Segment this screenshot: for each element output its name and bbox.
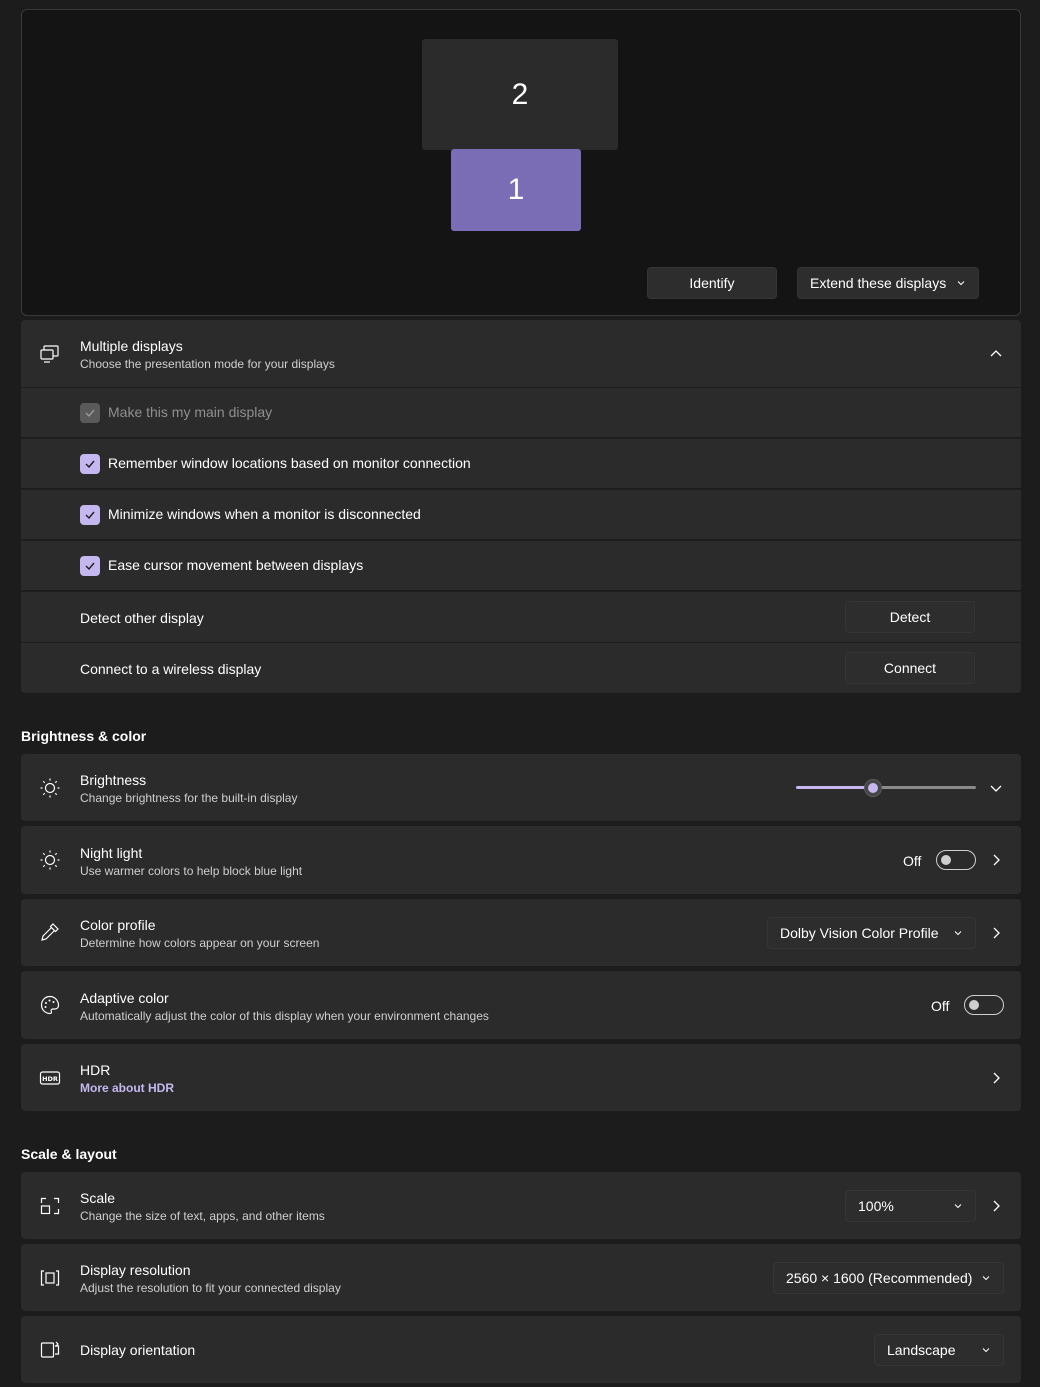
identify-button[interactable]: Identify [647,267,777,299]
color-profile-card[interactable]: Color profile Determine how colors appea… [21,899,1021,966]
adaptive-color-title: Adaptive color [80,990,169,1006]
brightness-slider-track[interactable] [872,786,976,789]
scale-card[interactable]: Scale Change the size of text, apps, and… [21,1172,1021,1239]
brightness-slider-fill [796,786,872,789]
chevron-down-icon [957,281,965,286]
orientation-icon [40,1341,60,1358]
display-mode-dropdown[interactable]: Extend these displays [797,267,979,299]
checkmark-icon [85,562,95,571]
option-label: Remember window locations based on monit… [108,455,471,471]
section-title-scale-layout: Scale & layout [21,1146,117,1162]
chevron-down-icon [982,1276,990,1281]
checkbox-minimize-windows[interactable] [80,505,100,525]
multiple-displays-icon [40,345,59,363]
chevron-down-icon[interactable] [989,781,1003,795]
color-profile-title: Color profile [80,917,156,933]
option-make-main-display[interactable]: Make this my main display [21,387,1021,437]
night-light-icon [40,850,60,870]
night-light-title: Night light [80,845,143,861]
chevron-right-icon[interactable] [989,1071,1003,1085]
chevron-right-icon[interactable] [989,853,1003,867]
option-label: Ease cursor movement between displays [108,557,364,573]
chevron-right-icon[interactable] [989,926,1003,940]
display-resolution-subtitle: Adjust the resolution to fit your connec… [80,1281,341,1295]
scale-subtitle: Change the size of text, apps, and other… [80,1209,325,1223]
toggle-knob [969,1000,979,1010]
hdr-icon: HDR [39,1071,61,1085]
display-orientation-card: Display orientation Landscape [21,1316,1021,1383]
detect-label: Detect other display [80,610,204,626]
toggle-knob [941,855,951,865]
scale-dropdown[interactable]: 100% [845,1190,976,1222]
display-resolution-card: Display resolution Adjust the resolution… [21,1244,1021,1311]
brightness-card: Brightness Change brightness for the bui… [21,754,1021,821]
sun-icon [40,778,60,798]
display-resolution-title: Display resolution [80,1262,191,1278]
monitor-1-tile[interactable]: 1 [451,149,581,231]
palette-icon [40,995,60,1015]
hdr-title: HDR [80,1062,111,1078]
brightness-title: Brightness [80,772,147,788]
detect-button-label: Detect [889,609,931,625]
checkmark-icon [85,409,95,418]
monitor-1-label: 1 [507,173,525,206]
display-orientation-title: Display orientation [80,1342,196,1358]
hdr-card[interactable]: HDR HDR More about HDR [21,1044,1021,1111]
resolution-icon [40,1270,60,1286]
option-label: Make this my main display [108,404,273,420]
monitor-2-tile[interactable]: 2 [422,39,618,150]
option-remember-window-locations[interactable]: Remember window locations based on monit… [21,438,1021,488]
chevron-right-icon[interactable] [989,1199,1003,1213]
multiple-displays-subtitle: Choose the presentation mode for your di… [80,357,335,371]
eyedropper-icon [41,923,59,941]
multiple-displays-title: Multiple displays [80,338,183,354]
checkmark-icon [85,460,95,469]
option-ease-cursor[interactable]: Ease cursor movement between displays [21,540,1021,590]
connect-button[interactable]: Connect [845,652,975,684]
chevron-up-icon[interactable] [989,347,1003,361]
connect-button-label: Connect [883,660,937,676]
display-resolution-dropdown[interactable]: 2560 × 1600 (Recommended) [773,1262,1004,1294]
night-light-subtitle: Use warmer colors to help block blue lig… [80,864,303,878]
display-resolution-selected: 2560 × 1600 (Recommended) [786,1270,973,1286]
chevron-down-icon [954,931,962,936]
identify-button-label: Identify [689,275,735,291]
scale-icon [40,1197,60,1215]
color-profile-dropdown[interactable]: Dolby Vision Color Profile [767,917,976,949]
chevron-down-icon [954,1204,962,1209]
connect-label: Connect to a wireless display [80,661,262,677]
display-orientation-selected: Landscape [887,1342,956,1358]
adaptive-color-state: Off [931,998,950,1014]
monitor-2-label: 2 [511,77,529,111]
color-profile-selected: Dolby Vision Color Profile [780,925,939,941]
night-light-state: Off [903,853,922,869]
night-light-card[interactable]: Night light Use warmer colors to help bl… [21,826,1021,894]
color-profile-subtitle: Determine how colors appear on your scre… [80,936,320,950]
detect-button[interactable]: Detect [845,601,975,633]
brightness-subtitle: Change brightness for the built-in displ… [80,791,298,805]
checkbox-ease-cursor[interactable] [80,556,100,576]
brightness-slider-thumb[interactable] [864,779,882,797]
connect-row: Connect to a wireless display Connect [21,642,1021,693]
display-orientation-dropdown[interactable]: Landscape [874,1334,1004,1366]
section-title-brightness-color: Brightness & color [21,728,147,744]
monitor-arrangement-area[interactable]: 2 1 Identify Extend these displays [21,9,1021,316]
scale-selected: 100% [858,1198,894,1214]
display-mode-selected: Extend these displays [810,275,947,291]
scale-title: Scale [80,1190,116,1206]
checkbox-remember-window-locations[interactable] [80,454,100,474]
detect-row: Detect other display Detect [21,591,1021,642]
more-about-hdr-link[interactable]: More about HDR [80,1081,174,1095]
night-light-toggle[interactable] [936,850,976,870]
adaptive-color-subtitle: Automatically adjust the color of this d… [80,1009,489,1023]
adaptive-color-card: Adaptive color Automatically adjust the … [21,971,1021,1039]
option-minimize-windows[interactable]: Minimize windows when a monitor is disco… [21,489,1021,539]
multiple-displays-header[interactable]: Multiple displays Choose the presentatio… [21,320,1021,387]
svg-text:HDR: HDR [42,1075,58,1083]
checkmark-icon [85,511,95,520]
adaptive-color-toggle[interactable] [964,995,1004,1015]
checkbox-make-main-display[interactable] [80,403,100,423]
option-label: Minimize windows when a monitor is disco… [108,506,421,522]
chevron-down-icon [982,1348,990,1353]
